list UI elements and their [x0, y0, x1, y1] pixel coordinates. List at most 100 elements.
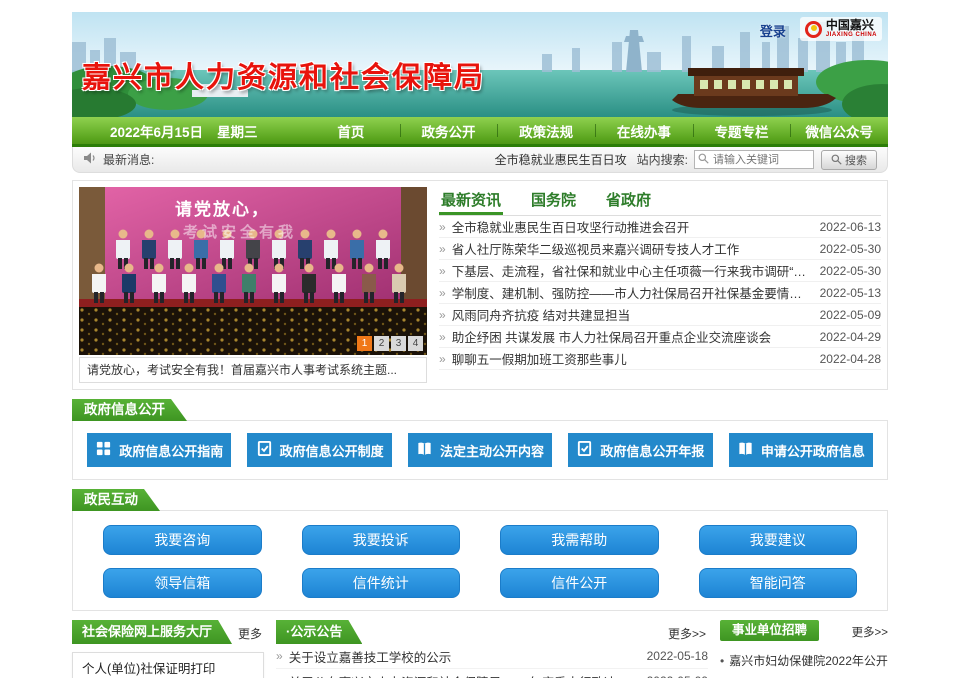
social-security-more-link[interactable]: 更多 [238, 625, 262, 642]
news-item: » 学制度、建机制、强防控——市人力社保局召开社保基金要情专题学习会 2022-… [439, 282, 881, 304]
news-date: 2022-05-09 [820, 308, 881, 322]
news-date: 2022-05-30 [820, 264, 881, 278]
complaint-button[interactable]: 我要投诉 [302, 525, 461, 555]
announcements-more-link[interactable]: 更多>> [668, 625, 706, 642]
doc-check-icon [576, 440, 593, 460]
news-link[interactable]: 全市稳就业惠民生百日攻坚行动推进会召开 [452, 217, 810, 236]
grid-icon [95, 440, 112, 460]
info-system-button[interactable]: 政府信息公开制度 [247, 433, 391, 467]
news-link[interactable]: 风雨同舟齐抗疫 结对共建显担当 [452, 305, 810, 324]
suggestion-button[interactable]: 我要建议 [699, 525, 858, 555]
svc-certificate-print[interactable]: 个人(单位)社保证明打印 [72, 652, 264, 678]
double-arrow-icon: » [276, 674, 283, 678]
book-icon [737, 440, 754, 460]
recruitment-link[interactable]: 嘉兴市妇幼保健院2022年公开... [720, 648, 888, 674]
jiaxing-logo-icon [805, 21, 822, 38]
info-guide-button[interactable]: 政府信息公开指南 [87, 433, 231, 467]
news-item: » 聊聊五一假期加班工资那些事儿 2022-04-28 [439, 348, 881, 370]
news-item: » 下基层、走流程，省社保和就业中心主任项薇一行来我市调研“国统”上线情况 20… [439, 260, 881, 282]
smart-qa-button[interactable]: 智能问答 [699, 568, 858, 598]
news-date: 2022-06-13 [820, 220, 881, 234]
recruitment-header: 事业单位招聘 [720, 620, 819, 641]
doc-check-icon [256, 440, 273, 460]
nav-item-policies[interactable]: 政策法规 [497, 117, 595, 144]
slide-banner-text-line1: 请党放心， [175, 195, 270, 220]
logo-text-en: JIAXING CHINA [826, 31, 877, 39]
news-date: 2022-04-29 [820, 330, 881, 344]
info-annual-report-button[interactable]: 政府信息公开年报 [568, 433, 712, 467]
info-button-label: 申请公开政府信息 [761, 441, 865, 460]
carousel-slide[interactable]: 请党放心， 考试安全有我 1 2 3 4 [79, 187, 427, 355]
nav-item-gov-affairs[interactable]: 政务公开 [400, 117, 498, 144]
search-input[interactable] [694, 150, 814, 169]
double-arrow-icon: » [439, 308, 446, 322]
ticker-label: 最新消息: [103, 151, 154, 168]
nav-item-special-columns[interactable]: 专题专栏 [693, 117, 791, 144]
pager-dot-2[interactable]: 2 [374, 336, 389, 351]
tab-latest-news[interactable]: 最新资讯 [439, 187, 503, 215]
pager-dot-4[interactable]: 4 [408, 336, 423, 351]
speaker-icon [83, 151, 97, 168]
ticker-scrolling-text[interactable]: 全市稳就业惠民生百日攻 [495, 151, 627, 168]
info-button-label: 政府信息公开指南 [119, 441, 223, 460]
logo-text-cn: 中国嘉兴 [826, 19, 877, 31]
double-arrow-icon: » [439, 286, 446, 300]
news-ticker-bar: 最新消息: 全市稳就业惠民生百日攻 站内搜索: 搜索 [72, 147, 888, 173]
leader-mailbox-button[interactable]: 领导信箱 [103, 568, 262, 598]
book-icon [416, 440, 433, 460]
announcements-header: ·公示公告 [276, 620, 362, 644]
site-title: 嘉兴市人力资源和社会保障局 [82, 54, 485, 96]
jiaxing-logo: 中国嘉兴 JIAXING CHINA [800, 17, 882, 41]
announcements-panel: ·公示公告 更多>> » 关于设立嘉善技工学校的公示 2022-05-18 » … [276, 620, 708, 678]
news-link[interactable]: 助企纾困 共谋发展 市人力社保局召开重点企业交流座谈会 [452, 327, 810, 346]
nav-item-home[interactable]: 首页 [302, 117, 400, 144]
news-link[interactable]: 下基层、走流程，省社保和就业中心主任项薇一行来我市调研“国统”上线情况 [452, 261, 810, 280]
login-link[interactable]: 登录 [760, 21, 786, 40]
announcement-link[interactable]: 关于设立嘉善技工学校的公示 [289, 647, 639, 666]
social-security-panel: 社会保险网上服务大厅 更多 个人(单位)社保证明打印 办事指南 [72, 620, 264, 678]
news-panel: 最新资讯 国务院 省政府 » 全市稳就业惠民生百日攻坚行动推进会召开 2022-… [439, 187, 881, 383]
photo-carousel: 请党放心， 考试安全有我 1 2 3 4 请党放心，考试安全有我！首届嘉兴市人事… [79, 187, 427, 383]
recruitment-link[interactable]: 2022年嘉兴市属事业单位公开... [720, 674, 888, 678]
double-arrow-icon: » [439, 330, 446, 344]
info-proactive-button[interactable]: 法定主动公开内容 [408, 433, 552, 467]
news-date: 2022-04-28 [820, 352, 881, 366]
nav-date: 2022年6月15日 星期三 [72, 117, 302, 144]
double-arrow-icon: » [439, 242, 446, 256]
consult-button[interactable]: 我要咨询 [103, 525, 262, 555]
news-link[interactable]: 学制度、建机制、强防控——市人力社保局召开社保基金要情专题学习会 [452, 283, 810, 302]
info-button-label: 法定主动公开内容 [440, 441, 544, 460]
double-arrow-icon: » [439, 264, 446, 278]
nav-item-online-services[interactable]: 在线办事 [595, 117, 693, 144]
search-button-icon [831, 154, 842, 165]
carousel-caption[interactable]: 请党放心，考试安全有我！首届嘉兴市人事考试系统主题... [79, 357, 427, 383]
news-link[interactable]: 省人社厅陈荣华二级巡视员来嘉兴调研专技人才工作 [452, 239, 810, 258]
tab-state-council[interactable]: 国务院 [529, 187, 578, 215]
double-arrow-icon: » [439, 352, 446, 366]
tab-provincial-gov[interactable]: 省政府 [604, 187, 653, 215]
letter-disclosure-button[interactable]: 信件公开 [500, 568, 659, 598]
letter-stats-button[interactable]: 信件统计 [302, 568, 461, 598]
search-button[interactable]: 搜索 [821, 150, 877, 170]
carousel-pager: 1 2 3 4 [357, 336, 423, 351]
pager-dot-3[interactable]: 3 [391, 336, 406, 351]
pager-dot-1[interactable]: 1 [357, 336, 372, 351]
news-link[interactable]: 聊聊五一假期加班工资那些事儿 [452, 349, 810, 368]
news-item: » 全市稳就业惠民生百日攻坚行动推进会召开 2022-06-13 [439, 216, 881, 238]
double-arrow-icon: » [439, 220, 446, 234]
announcement-link[interactable]: 关于公布嘉兴市人力资源和社会保障局2022年度重大行政决策事... [289, 672, 639, 678]
main-content-box: 请党放心， 考试安全有我 1 2 3 4 请党放心，考试安全有我！首届嘉兴市人事… [72, 180, 888, 390]
help-button[interactable]: 我需帮助 [500, 525, 659, 555]
nav-item-wechat[interactable]: 微信公众号 [790, 117, 888, 144]
announcement-date: 2022-05-09 [647, 674, 708, 678]
recruitment-more-link[interactable]: 更多>> [852, 624, 888, 640]
info-button-label: 政府信息公开年报 [600, 441, 704, 460]
nav-menu: 首页 政务公开 政策法规 在线办事 专题专栏 微信公众号 [302, 117, 888, 144]
announcement-item: » 关于设立嘉善技工学校的公示 2022-05-18 [276, 644, 708, 669]
announcement-item: » 关于公布嘉兴市人力资源和社会保障局2022年度重大行政决策事... 2022… [276, 669, 708, 678]
page: 嘉兴市人力资源和社会保障局 登录 中国嘉兴 JIAXING CHINA 2022… [72, 0, 888, 678]
news-date: 2022-05-13 [820, 286, 881, 300]
news-item: » 助企纾困 共谋发展 市人力社保局召开重点企业交流座谈会 2022-04-29 [439, 326, 881, 348]
info-request-button[interactable]: 申请公开政府信息 [729, 433, 873, 467]
announcement-date: 2022-05-18 [647, 649, 708, 663]
